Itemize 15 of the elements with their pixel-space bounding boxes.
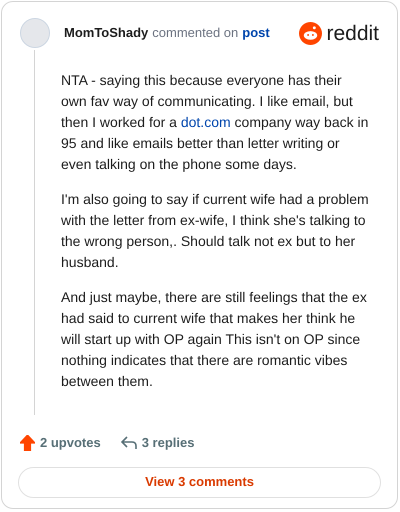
- avatar-icon: [20, 18, 50, 48]
- post-link[interactable]: post: [242, 23, 270, 43]
- view-comments-button[interactable]: View 3 comments: [18, 466, 381, 498]
- upvote-count: 2 upvotes: [40, 434, 101, 452]
- inline-link[interactable]: dot.com: [180, 114, 231, 130]
- comment-paragraph: NTA - saying this because everyone has their own fav way of communicating. I like email, but then I worked for a dot.com company way back in 95 and like emails better than letter writing or even talking on the phone some days.: [61, 71, 369, 174]
- comment-paragraph: And just maybe, there are still feelings that the ex had said to current wife that makes her think he will start up with OP again This isn't on OP since nothing indicates that there are romantic vibes between them.: [61, 288, 368, 391]
- action-text: commented on: [152, 24, 238, 42]
- reply-count: 3 replies: [142, 434, 194, 452]
- upvote-icon[interactable]: [20, 434, 35, 451]
- reply-icon[interactable]: [120, 436, 137, 450]
- comment-paragraph: I'm also going to say if current wife had a problem with the letter from ex-wife, I think she's talking to the wrong person,. Should talk not ex but to her husband.: [61, 190, 369, 272]
- brand-name: reddit: [326, 22, 379, 44]
- username[interactable]: MomToShady: [64, 23, 148, 43]
- reddit-logo-icon: [299, 22, 322, 44]
